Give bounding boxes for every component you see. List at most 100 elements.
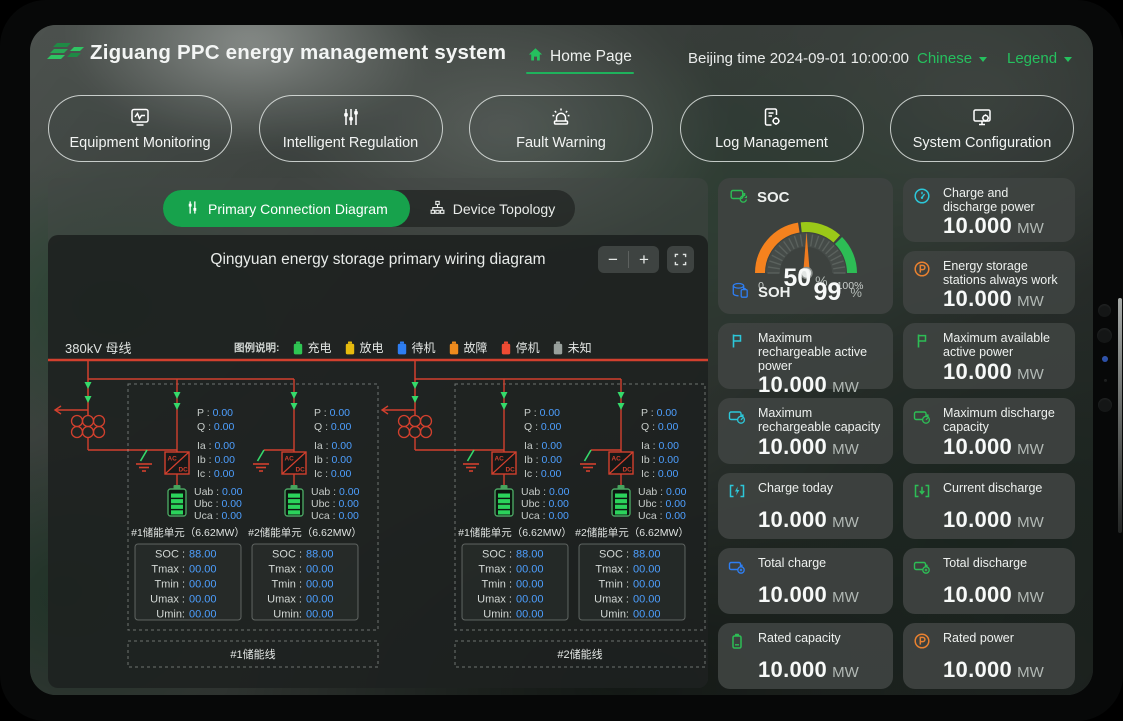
legend-dropdown[interactable]: Legend <box>1007 50 1072 67</box>
card-title: Rated power <box>943 631 1065 658</box>
beijing-time: Beijing time 2024-09-01 10:00:00 <box>688 50 909 67</box>
stats-panel: SOC 0 100% 50% <box>718 178 1075 689</box>
card-title: Maximum discharge capacity <box>943 406 1065 435</box>
svg-text:Ic : 0.00: Ic : 0.00 <box>524 468 562 480</box>
active-underline <box>526 72 634 75</box>
svg-text:P : 0.00: P : 0.00 <box>641 407 677 419</box>
card-total-charge: Total charge 10.000MW <box>718 548 893 614</box>
svg-text:00.00: 00.00 <box>189 564 217 576</box>
main-nav: Equipment Monitoring Intelligent Regulat… <box>48 95 1074 162</box>
battery-bolt-icon <box>728 481 755 508</box>
flag-p-icon <box>728 331 755 373</box>
nav-fault-warning[interactable]: Fault Warning <box>469 95 653 162</box>
acdc-converter: ACDC <box>609 452 633 474</box>
soc-gauge-card: SOC 0 100% 50% <box>718 178 893 314</box>
nav-equipment-monitoring[interactable]: Equipment Monitoring <box>48 95 232 162</box>
svg-text:Q : 0.00: Q : 0.00 <box>641 421 679 433</box>
svg-text:Ubc : 0.00: Ubc : 0.00 <box>194 498 242 510</box>
svg-text:Tmax :: Tmax : <box>268 564 302 576</box>
svg-text:Ic : 0.00: Ic : 0.00 <box>314 468 352 480</box>
svg-text:88.00: 88.00 <box>189 549 217 561</box>
card-value: 10.000MW <box>943 584 1065 609</box>
svg-text:Uca : 0.00: Uca : 0.00 <box>521 510 569 522</box>
zoom-out-button[interactable]: − <box>598 246 628 273</box>
wiring-diagram-area: Qingyuan energy storage primary wiring d… <box>48 235 708 688</box>
svg-text:00.00: 00.00 <box>306 609 334 621</box>
svg-text:Umin:: Umin: <box>600 609 629 621</box>
diagram-tabs: Primary Connection Diagram Device Topolo… <box>163 190 575 227</box>
card-value: 10.000MW <box>943 509 1065 534</box>
battery-gauge-icon <box>728 406 755 435</box>
home-icon <box>528 47 543 67</box>
card-maximum-rechargeable-active-power: Maximum rechargeable active power 10.000… <box>718 323 893 389</box>
tab-primary-connection-diagram[interactable]: Primary Connection Diagram <box>163 190 410 227</box>
card-title: Charge and discharge power <box>943 186 1065 214</box>
svg-text:00.00: 00.00 <box>633 609 661 621</box>
acdc-converter: ACDC <box>165 452 189 474</box>
connection-diagram-icon <box>185 200 200 218</box>
equipment-monitoring-icon <box>129 106 151 132</box>
svg-text:Ib : 0.00: Ib : 0.00 <box>197 454 235 466</box>
svg-text:Q : 0.00: Q : 0.00 <box>197 421 235 433</box>
card-title: Maximum rechargeable capacity <box>758 406 883 435</box>
card-total-discharge: Total discharge 10.000MW <box>903 548 1075 614</box>
nav-log-management[interactable]: Log Management <box>680 95 864 162</box>
bezel-camera-lens <box>1097 328 1112 343</box>
card-value: 10.000MW <box>758 509 883 534</box>
card-value: 10.000MW <box>758 659 883 684</box>
svg-text:Ia : 0.00: Ia : 0.00 <box>641 440 679 452</box>
battery-sum-icon <box>728 556 755 583</box>
svg-text:Ic : 0.00: Ic : 0.00 <box>197 468 235 480</box>
svg-text:00.00: 00.00 <box>516 609 544 621</box>
svg-text:Tmax :: Tmax : <box>151 564 185 576</box>
tab-device-topology[interactable]: Device Topology <box>410 190 575 227</box>
unit-name: #1储能单元（6.62MW） <box>131 526 245 539</box>
language-label: Chinese <box>917 50 972 67</box>
card-title: Rated capacity <box>758 631 883 658</box>
chevron-down-icon <box>1064 57 1072 62</box>
card-title: Maximum rechargeable active power <box>758 331 883 373</box>
battery-icon <box>495 485 513 516</box>
svg-text:Umax :: Umax : <box>267 594 302 606</box>
log-management-icon <box>761 106 783 132</box>
svg-text:DC: DC <box>296 467 306 474</box>
svg-text:Tmax :: Tmax : <box>478 564 512 576</box>
svg-text:Ib : 0.00: Ib : 0.00 <box>524 454 562 466</box>
card-value: 10.000MW <box>943 361 1065 383</box>
nav-intelligent-regulation[interactable]: Intelligent Regulation <box>259 95 443 162</box>
zoom-in-button[interactable]: + <box>629 246 659 273</box>
battery-icon <box>612 485 630 516</box>
acdc-converter: ACDC <box>492 452 516 474</box>
card-rated-power: Rated power 10.000MW <box>903 623 1075 689</box>
card-title: Charge today <box>758 481 883 508</box>
svg-text:Tmin :: Tmin : <box>598 579 629 591</box>
nav-home-page[interactable]: Home Page <box>528 47 632 67</box>
zoom-controls: − + <box>598 246 659 273</box>
language-dropdown[interactable]: Chinese <box>917 50 987 67</box>
tablet-device: Ziguang PPC energy management system Hom… <box>0 0 1123 721</box>
card-value: 10.000MW <box>758 436 883 458</box>
intelligent-regulation-icon <box>340 106 362 132</box>
wiring-diagram[interactable]: #1储能线ACDCP : 0.00Q : 0.00Ia : 0.00Ib : 0… <box>48 352 708 688</box>
svg-text:Umin:: Umin: <box>156 609 185 621</box>
svg-text:00.00: 00.00 <box>306 594 334 606</box>
svg-text:DC: DC <box>623 467 633 474</box>
battery-gauge-icon <box>913 406 940 435</box>
nav-system-configuration[interactable]: System Configuration <box>890 95 1074 162</box>
svg-text:Uab : 0.00: Uab : 0.00 <box>194 486 243 498</box>
svg-text:00.00: 00.00 <box>189 609 217 621</box>
svg-text:AC: AC <box>495 456 505 463</box>
svg-text:88.00: 88.00 <box>306 549 334 561</box>
feeder-group-2: #2储能线ACDCP : 0.00Q : 0.00Ia : 0.00Ib : 0… <box>382 360 705 667</box>
svg-text:Ib : 0.00: Ib : 0.00 <box>314 454 352 466</box>
soh-icon <box>731 281 749 304</box>
bezel-camera-lens <box>1098 304 1111 317</box>
storage-unit: ACDCP : 0.00Q : 0.00Ia : 0.00Ib : 0.00Ic… <box>458 379 572 621</box>
fullscreen-button[interactable] <box>667 246 694 273</box>
svg-text:P : 0.00: P : 0.00 <box>314 407 350 419</box>
soc-label: SOC <box>757 189 790 206</box>
svg-text:00.00: 00.00 <box>516 579 544 591</box>
card-title: Total charge <box>758 556 883 583</box>
bezel-camera-lens <box>1098 398 1112 412</box>
battery-cell-icon <box>728 631 755 658</box>
